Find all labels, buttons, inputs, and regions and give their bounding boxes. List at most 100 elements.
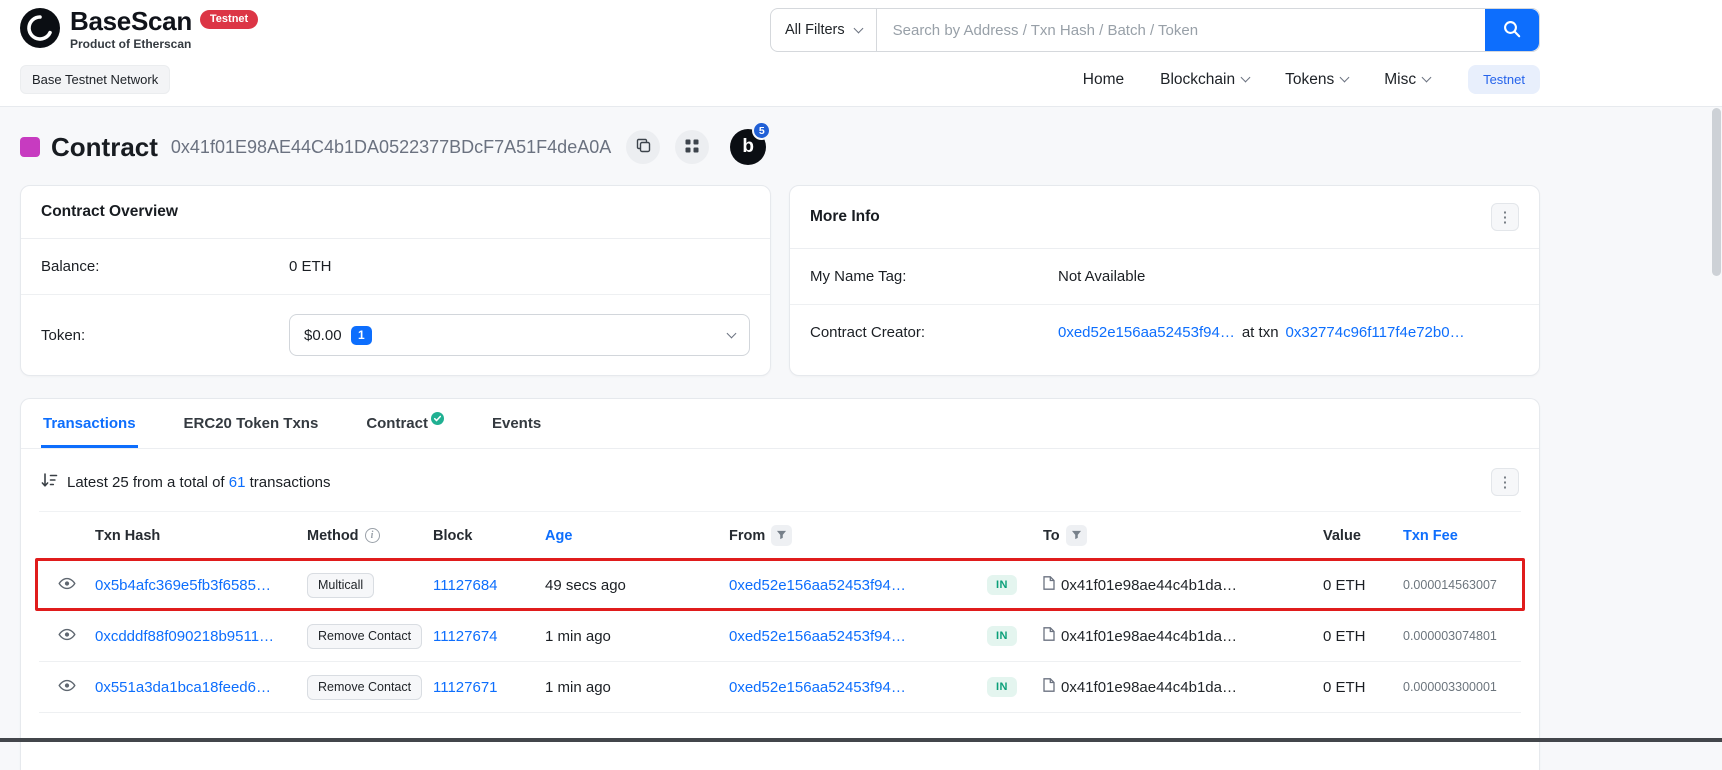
block-link[interactable]: 11127684 — [433, 577, 498, 594]
nav-label: Home — [1082, 70, 1125, 88]
name-tag-label: My Name Tag: — [810, 268, 907, 285]
txn-fee-cell: 0.000014563007 — [1403, 578, 1497, 592]
verified-check-icon — [430, 412, 444, 429]
top-bar: BaseScan Testnet Product of Etherscan Ba… — [0, 0, 1722, 107]
eye-icon — [58, 628, 76, 644]
main-nav: Home Blockchain Tokens Misc Testnet — [770, 65, 1540, 94]
search-icon — [1503, 20, 1521, 41]
contract-identicon — [20, 137, 40, 157]
info-icon[interactable]: i — [364, 528, 380, 543]
more-info-menu-button[interactable]: ⋮ — [1491, 203, 1519, 231]
blockscan-chat-button[interactable]: b 5 — [730, 121, 772, 165]
chevron-down-icon — [1240, 72, 1251, 83]
page-body: Contract 0x41f01E98AE44C4b1DA0522377BDcF… — [0, 107, 1722, 770]
nav-label: Tokens — [1285, 70, 1335, 88]
col-value: Value — [1323, 527, 1361, 544]
block-link[interactable]: 11127674 — [433, 628, 498, 645]
kebab-icon: ⋮ — [1497, 208, 1513, 226]
page-scrollbar[interactable] — [1712, 104, 1721, 738]
method-badge: Remove Contact — [307, 623, 423, 649]
creator-connector: at txn — [1241, 324, 1279, 341]
card-title: Contract Overview — [41, 203, 178, 220]
value-cell: 0 ETH — [1323, 576, 1366, 594]
search-filter-select[interactable]: All Filters — [771, 9, 877, 51]
col-age[interactable]: Age — [545, 515, 729, 557]
from-address-link[interactable]: 0xed52e156aa52453f94… — [729, 577, 906, 594]
block-link[interactable]: 11127671 — [433, 679, 498, 696]
tx-preview-button[interactable] — [39, 628, 95, 644]
nav-item-blockchain[interactable]: Blockchain — [1160, 71, 1251, 89]
copy-address-button[interactable] — [626, 130, 661, 164]
brand-tagline: Product of Etherscan — [70, 37, 192, 51]
brand-logo-link[interactable]: BaseScan Testnet Product of Etherscan — [20, 6, 259, 53]
brand-name: BaseScan — [70, 6, 192, 36]
txn-hash-link[interactable]: 0xcdddf88f090218b9511… — [95, 628, 274, 645]
basescan-logo-icon — [20, 8, 60, 53]
search-input[interactable] — [876, 9, 1485, 51]
txn-hash-link[interactable]: 0x551a3da1bca18feed6… — [95, 679, 271, 696]
age-cell: 1 min ago — [545, 678, 611, 696]
grid-icon — [685, 139, 699, 156]
from-address-link[interactable]: 0xed52e156aa52453f94… — [729, 679, 906, 696]
tx-preview-button[interactable] — [39, 679, 95, 695]
table-menu-button[interactable]: ⋮ — [1491, 468, 1519, 496]
search-button[interactable] — [1485, 9, 1539, 51]
card-title: More Info — [810, 208, 880, 225]
creator-address-link[interactable]: 0xed52e156aa52453f94… — [1058, 324, 1235, 341]
chevron-down-icon — [1339, 72, 1350, 83]
eye-icon — [58, 679, 76, 695]
age-cell: 1 min ago — [545, 627, 611, 645]
col-method: Method i — [307, 515, 433, 557]
nav-label: Misc — [1384, 70, 1417, 88]
nav-item-misc[interactable]: Misc — [1384, 70, 1432, 89]
chevron-down-icon — [726, 328, 737, 338]
col-txn-fee[interactable]: Txn Fee — [1403, 515, 1521, 557]
table-row: 0x551a3da1bca18feed6… Remove Contact 111… — [39, 662, 1521, 713]
table-meta-row: Latest 25 from a total of 61 transaction… — [21, 449, 1539, 511]
token-count-badge: 1 — [350, 325, 373, 345]
blockscan-b-icon: b — [742, 136, 755, 157]
nav-item-home[interactable]: Home — [1083, 71, 1124, 89]
from-address-link[interactable]: 0xed52e156aa52453f94… — [729, 628, 906, 645]
kebab-icon: ⋮ — [1497, 473, 1513, 491]
tab-transactions[interactable]: Transactions — [41, 399, 138, 448]
qr-code-button[interactable] — [675, 130, 710, 164]
scrollbar-thumb[interactable] — [1712, 108, 1721, 276]
to-filter-button[interactable] — [1065, 525, 1087, 546]
document-icon — [1043, 576, 1055, 594]
network-switch-button[interactable]: Testnet — [1468, 65, 1540, 94]
transactions-card: Transactions ERC20 Token Txns Contract E… — [20, 398, 1540, 770]
balance-label: Balance: — [41, 258, 100, 275]
col-to-label: To — [1043, 527, 1060, 544]
tab-label: Contract — [366, 415, 428, 432]
summary-prefix: Latest 25 from a total of — [67, 473, 225, 491]
nav-item-tokens[interactable]: Tokens — [1285, 70, 1350, 89]
txn-fee-cell: 0.000003074801 — [1403, 629, 1497, 643]
tab-label: Transactions — [43, 415, 136, 432]
method-badge: Remove Contact — [307, 674, 423, 700]
tab-events[interactable]: Events — [490, 399, 543, 448]
summary-suffix: transactions — [249, 473, 331, 491]
to-address: 0x41f01e98ae44c4b1da… — [1061, 576, 1237, 594]
tab-erc20-token-txns[interactable]: ERC20 Token Txns — [182, 399, 321, 448]
header-left: BaseScan Testnet Product of Etherscan Ba… — [20, 6, 259, 94]
token-holdings-dropdown[interactable]: $0.00 1 — [289, 314, 750, 356]
from-filter-button[interactable] — [771, 525, 793, 546]
contract-creator-row: Contract Creator: 0xed52e156aa52453f94… … — [790, 304, 1539, 360]
tab-label: Events — [491, 415, 542, 432]
value-cell: 0 ETH — [1323, 627, 1366, 645]
chevron-down-icon — [1421, 72, 1432, 83]
token-label: Token: — [41, 326, 86, 344]
tab-contract[interactable]: Contract — [364, 399, 446, 448]
table-summary: Latest 25 from a total of 61 transaction… — [67, 474, 331, 491]
page-title: Contract — [51, 131, 158, 162]
tx-preview-button[interactable] — [39, 577, 95, 593]
txn-hash-link[interactable]: 0x5b4afc369e5fb3f6585… — [95, 577, 271, 594]
col-txn-hash: Txn Hash — [95, 527, 161, 544]
filter-funnel-icon — [1071, 528, 1082, 544]
creation-txn-link[interactable]: 0x32774c96f117f4e72b0… — [1286, 324, 1465, 341]
header-right: All Filters Home Blockchain — [770, 8, 1540, 94]
token-value: $0.00 — [304, 326, 342, 344]
total-transactions-link[interactable]: 61 — [229, 474, 246, 491]
contract-overview-card: Contract Overview Balance: 0 ETH Token: … — [20, 185, 771, 376]
